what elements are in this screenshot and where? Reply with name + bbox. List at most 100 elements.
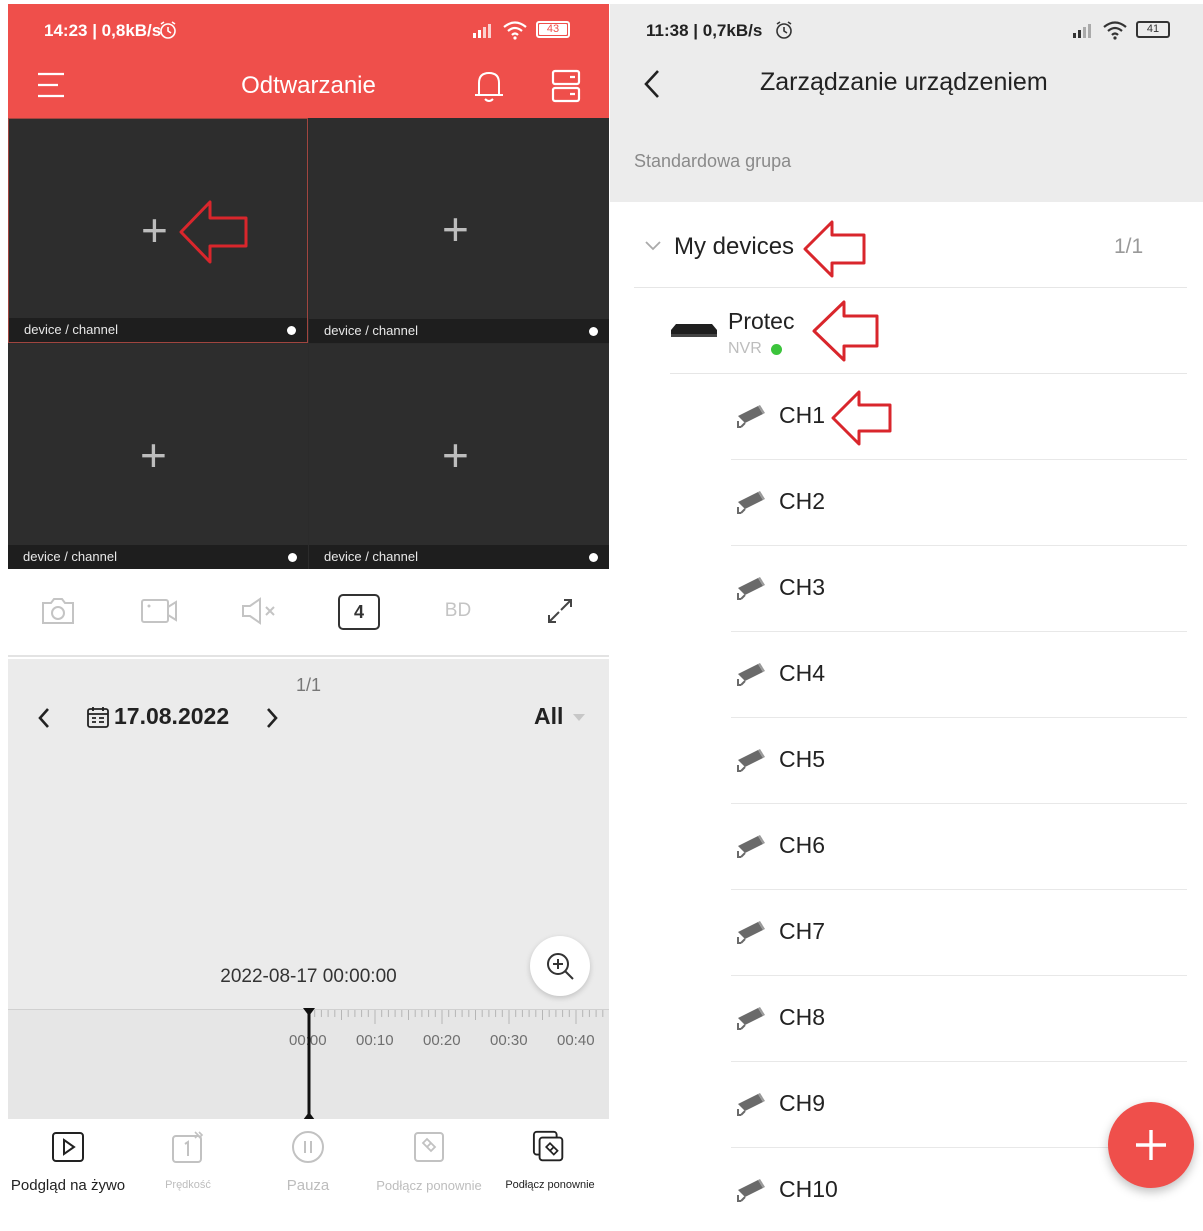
nav-reconnect-disabled[interactable]: Podłącz ponownie — [368, 1129, 490, 1193]
nav-live-view[interactable]: Podgląd na żywo — [8, 1129, 128, 1194]
zoom-in-button[interactable] — [530, 936, 590, 996]
date-picker[interactable]: 17.08.2022 — [114, 703, 229, 730]
camera-icon — [736, 1178, 766, 1202]
timeline-tick-label: 00:40 — [557, 1032, 595, 1049]
nav-speed[interactable]: Prędkość — [138, 1129, 238, 1191]
record-type-filter[interactable]: All — [534, 703, 563, 730]
calendar-icon[interactable] — [86, 705, 110, 729]
back-chevron-icon[interactable] — [642, 68, 662, 100]
fullscreen-icon[interactable] — [540, 591, 580, 631]
camera-icon — [736, 920, 766, 944]
group-label: Standardowa grupa — [634, 151, 792, 171]
stream-quality-button[interactable]: BD — [438, 591, 478, 631]
app-bar: Odtwarzanie — [8, 56, 609, 118]
plus-icon — [1133, 1127, 1169, 1163]
play-square-icon — [50, 1129, 86, 1165]
snapshot-camera-icon[interactable] — [38, 591, 78, 631]
status-bar: 14:23 | 0,8kB/s 43 — [8, 4, 609, 56]
channel-label: CH3 — [779, 574, 826, 600]
status-dot — [589, 327, 598, 336]
chevron-down-icon[interactable] — [644, 240, 662, 252]
channel-label: CH5 — [779, 746, 826, 772]
camera-icon — [736, 1006, 766, 1030]
status-dot — [287, 326, 296, 335]
annotation-arrow-icon — [811, 298, 881, 364]
channel-row-ch8[interactable]: CH8 — [731, 976, 1187, 1062]
cell-caption: device / channel — [309, 545, 609, 569]
link-icon — [411, 1129, 447, 1165]
add-device-button[interactable] — [1108, 1102, 1194, 1188]
cell-label: device / channel — [23, 549, 117, 564]
wifi-icon — [502, 20, 528, 40]
device-type: NVR — [728, 340, 762, 357]
channel-label: CH10 — [779, 1176, 838, 1202]
nvr-device-icon — [670, 322, 718, 340]
annotation-arrow-icon — [802, 218, 868, 280]
channel-row-ch6[interactable]: CH6 — [731, 804, 1187, 890]
cell-caption: device / channel — [9, 318, 307, 342]
add-channel-icon[interactable]: + — [442, 206, 469, 252]
channel-label: CH2 — [779, 488, 826, 514]
nav-label: Podłącz ponownie — [376, 1178, 482, 1193]
bell-icon[interactable] — [473, 68, 505, 104]
camera-icon — [736, 1092, 766, 1116]
channel-row-ch7[interactable]: CH7 — [731, 890, 1187, 976]
camera-icon — [736, 748, 766, 772]
camera-icon — [736, 490, 766, 514]
cell-label: device / channel — [324, 323, 418, 338]
channel-row-ch2[interactable]: CH2 — [731, 460, 1187, 546]
channel-label: CH6 — [779, 832, 826, 858]
cell-caption: device / channel — [8, 545, 308, 569]
status-dot — [589, 553, 598, 562]
status-dot — [288, 553, 297, 562]
nav-label: Podłącz ponownie — [505, 1179, 595, 1191]
video-cell[interactable]: + device / channel — [309, 118, 609, 343]
add-channel-icon[interactable]: + — [141, 207, 168, 253]
playback-panel: 1/1 17.08.2022 All 2022-08-17 00:00:00 0… — [8, 659, 609, 1120]
add-channel-icon[interactable]: + — [442, 432, 469, 478]
timeline-tick-label: 00:30 — [490, 1032, 528, 1049]
playback-screen: 14:23 | 0,8kB/s 43 Odtwarzanie + device … — [8, 4, 609, 1231]
record-video-icon[interactable] — [139, 591, 179, 631]
folder-count: 1/1 — [1114, 235, 1144, 258]
device-row[interactable]: Protec NVR — [670, 288, 1187, 374]
device-management-screen: 11:38 | 0,7kB/s 41 Zarządzanie urządzeni… — [610, 4, 1203, 1231]
battery-level: 43 — [539, 24, 567, 35]
channel-label: CH9 — [779, 1090, 826, 1116]
signal-icon — [472, 22, 494, 38]
reconnect-icon — [532, 1129, 568, 1165]
annotation-arrow-icon — [178, 196, 250, 268]
video-cell[interactable]: + device / channel — [309, 344, 609, 569]
channel-row-ch4[interactable]: CH4 — [731, 632, 1187, 718]
alarm-icon — [158, 20, 178, 40]
folder-row[interactable]: My devices 1/1 — [634, 202, 1187, 288]
dropdown-caret-icon[interactable] — [573, 714, 585, 722]
split-screen-button[interactable]: 4 — [338, 594, 380, 630]
add-channel-icon[interactable]: + — [140, 432, 167, 478]
nav-reconnect[interactable]: Podłącz ponownie — [496, 1129, 604, 1191]
signal-icon — [1072, 22, 1094, 38]
channel-row-ch5[interactable]: CH5 — [731, 718, 1187, 804]
playback-toolbar: 4 BD — [8, 569, 609, 657]
nav-pause[interactable]: Pauza — [258, 1129, 358, 1194]
header-area: 11:38 | 0,7kB/s 41 Zarządzanie urządzeni… — [610, 4, 1203, 202]
channel-label: CH4 — [779, 660, 826, 686]
online-status-dot — [771, 344, 782, 355]
channel-row-ch1[interactable]: CH1 — [731, 374, 1187, 460]
video-cell[interactable]: + device / channel — [8, 118, 308, 343]
zoom-in-icon — [544, 950, 576, 982]
speed-icon — [170, 1129, 206, 1165]
next-date-chevron-icon[interactable] — [264, 706, 280, 730]
timeline-cursor[interactable] — [302, 1008, 316, 1120]
page-indicator: 1/1 — [295, 675, 322, 695]
channel-row-ch3[interactable]: CH3 — [731, 546, 1187, 632]
prev-date-chevron-icon[interactable] — [36, 706, 52, 730]
video-cell[interactable]: + device / channel — [8, 344, 308, 569]
video-grid: + device / channel + device / channel + … — [8, 118, 609, 569]
mute-icon[interactable] — [239, 591, 279, 631]
cell-label: device / channel — [24, 322, 118, 337]
timeline[interactable]: 00:00 00:10 00:20 00:30 00:40 — [8, 1008, 609, 1120]
nav-label: Podgląd na żywo — [10, 1177, 126, 1194]
nav-label: Pauza — [286, 1177, 330, 1194]
device-list-icon[interactable] — [550, 68, 582, 104]
